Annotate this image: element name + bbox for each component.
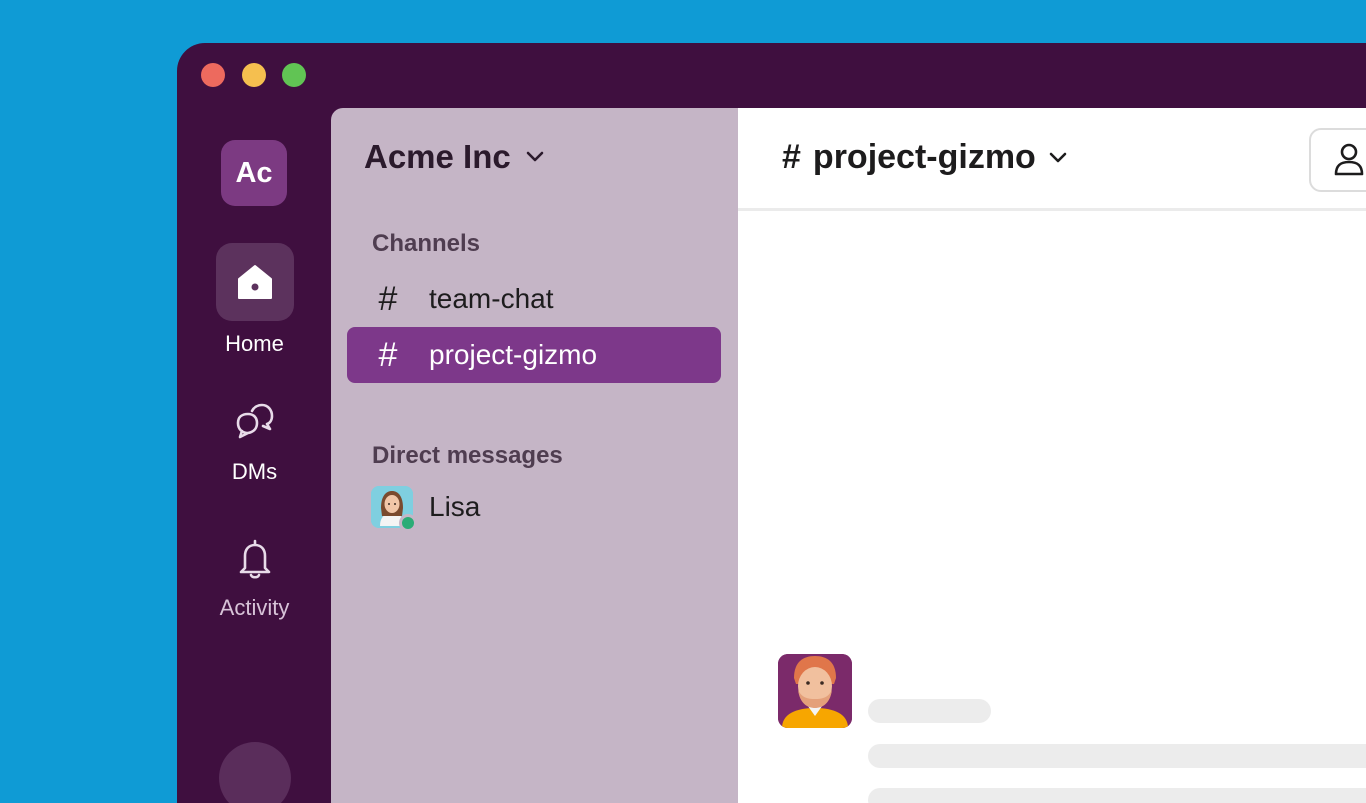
rail-dms[interactable]: DMs [177,395,332,485]
channels-heading[interactable]: Channels [372,230,480,258]
rail-activity-label: Activity [219,595,290,620]
message-text-placeholder [868,744,1366,768]
sidebar-item-project-gizmo[interactable]: # project-gizmo [347,327,721,383]
members-button[interactable] [1309,128,1366,192]
chevron-down-icon [1049,152,1067,162]
more-button[interactable] [219,742,291,803]
avatar [371,486,417,532]
app-window: Ac Home DMs Activity Acme Inc Channels #… [177,43,1366,803]
chevron-down-icon [526,151,544,162]
minimize-window-button[interactable] [242,63,266,87]
channel-title: project-gizmo [812,138,1036,176]
message-author-placeholder [868,699,991,723]
rail-home[interactable]: Home [177,243,332,357]
workspace-rail: Ac Home DMs Activity [177,108,332,803]
hash-icon: # [782,138,801,176]
channel-label: project-gizmo [429,339,598,370]
bell-icon [216,531,294,587]
hash-icon: # [378,335,398,374]
channel-view: # project-gizmo [738,108,1366,803]
dm-item-lisa[interactable]: Lisa [371,486,481,532]
maximize-window-button[interactable] [282,63,306,87]
channel-label: team-chat [429,283,554,314]
message-text-placeholder [868,788,1366,803]
workspace-name: Acme Inc [364,138,511,175]
rail-home-label: Home [225,331,284,356]
avatar [778,654,852,728]
workspace-switcher[interactable]: Acme Inc [364,138,545,176]
user-icon [1334,143,1364,176]
hash-icon: # [378,279,398,318]
channel-sidebar: Acme Inc Channels # team-chat # project-… [331,108,738,803]
channel-header: # project-gizmo [738,108,1366,211]
dm-label: Lisa [429,491,481,522]
rail-activity[interactable]: Activity [177,531,332,621]
channel-title-button[interactable]: # project-gizmo [782,138,1068,177]
rail-dms-label: DMs [231,459,278,484]
home-icon [215,243,294,321]
dms-heading[interactable]: Direct messages [372,442,563,470]
sidebar-item-team-chat[interactable]: # team-chat [347,271,721,327]
close-window-button[interactable] [201,63,225,87]
online-status-dot [399,514,417,532]
workspace-avatar[interactable]: Ac [221,140,287,206]
dms-icon [216,395,294,451]
